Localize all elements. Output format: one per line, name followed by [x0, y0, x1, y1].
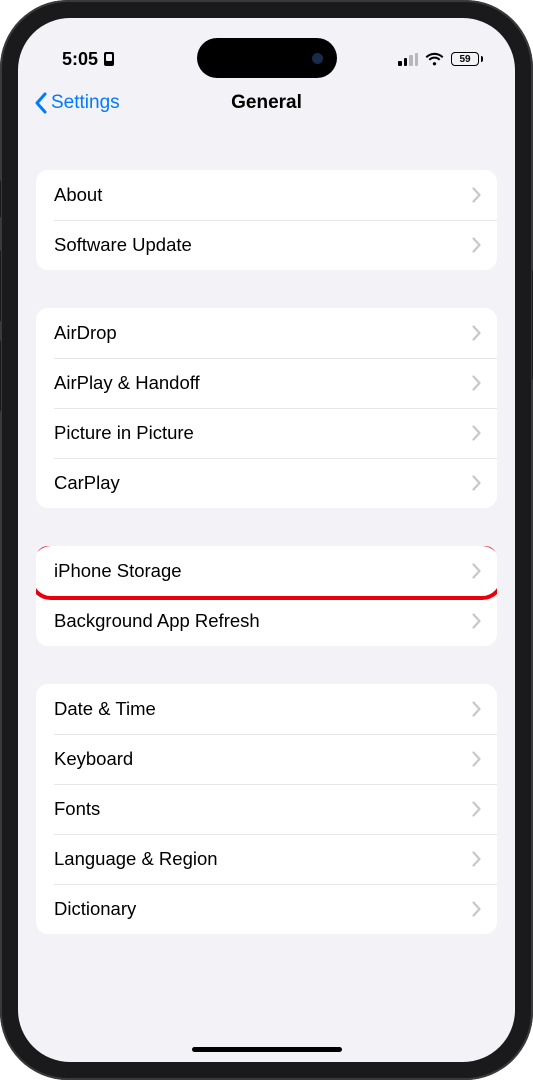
battery-percent: 59 [459, 54, 470, 65]
row-label: Dictionary [54, 898, 136, 920]
chevron-right-icon [472, 475, 481, 491]
chevron-right-icon [472, 801, 481, 817]
row-fonts[interactable]: Fonts [36, 784, 497, 834]
row-label: Keyboard [54, 748, 133, 770]
cellular-signal-icon [398, 53, 418, 66]
dynamic-island [197, 38, 337, 78]
portrait-lock-icon [104, 52, 114, 66]
chevron-right-icon [472, 563, 481, 579]
status-left: 5:05 [62, 49, 114, 70]
row-about[interactable]: About [36, 170, 497, 220]
settings-group: AirDrop AirPlay & Handoff Picture in Pic… [36, 308, 497, 508]
row-carplay[interactable]: CarPlay [36, 458, 497, 508]
row-iphone-storage[interactable]: iPhone Storage [36, 546, 497, 596]
chevron-right-icon [472, 851, 481, 867]
row-label: Picture in Picture [54, 422, 194, 444]
wifi-icon [425, 52, 444, 66]
row-picture-in-picture[interactable]: Picture in Picture [36, 408, 497, 458]
row-label: AirDrop [54, 322, 117, 344]
home-indicator[interactable] [192, 1047, 342, 1053]
row-label: Fonts [54, 798, 100, 820]
side-button-volume-up [0, 250, 1, 322]
page-title: General [231, 92, 302, 114]
chevron-right-icon [472, 751, 481, 767]
chevron-right-icon [472, 237, 481, 253]
chevron-right-icon [472, 901, 481, 917]
side-button-volume-down [0, 340, 1, 412]
nav-bar: Settings General [18, 78, 515, 132]
row-date-time[interactable]: Date & Time [36, 684, 497, 734]
row-label: CarPlay [54, 472, 120, 494]
row-keyboard[interactable]: Keyboard [36, 734, 497, 784]
side-button-mute [0, 180, 1, 218]
row-background-app-refresh[interactable]: Background App Refresh [36, 596, 497, 646]
row-software-update[interactable]: Software Update [36, 220, 497, 270]
row-label: iPhone Storage [54, 560, 182, 582]
chevron-right-icon [472, 187, 481, 203]
chevron-left-icon [34, 92, 47, 114]
chevron-right-icon [472, 325, 481, 341]
row-dictionary[interactable]: Dictionary [36, 884, 497, 934]
back-label: Settings [51, 92, 120, 114]
row-label: Background App Refresh [54, 610, 260, 632]
row-label: Software Update [54, 234, 192, 256]
row-label: AirPlay & Handoff [54, 372, 200, 394]
chevron-right-icon [472, 613, 481, 629]
settings-group: Date & Time Keyboard Fonts Language & Re… [36, 684, 497, 934]
chevron-right-icon [472, 425, 481, 441]
status-right: 59 [398, 52, 483, 66]
settings-content: About Software Update AirDrop AirPlay & … [18, 170, 515, 934]
phone-frame: 5:05 59 Settings General [0, 0, 533, 1080]
battery-icon: 59 [451, 52, 483, 66]
chevron-right-icon [472, 701, 481, 717]
back-button[interactable]: Settings [34, 92, 120, 114]
settings-group: iPhone Storage Background App Refresh [36, 546, 497, 646]
row-airplay-handoff[interactable]: AirPlay & Handoff [36, 358, 497, 408]
row-language-region[interactable]: Language & Region [36, 834, 497, 884]
row-label: About [54, 184, 102, 206]
row-label: Language & Region [54, 848, 218, 870]
phone-screen: 5:05 59 Settings General [18, 18, 515, 1062]
row-label: Date & Time [54, 698, 156, 720]
chevron-right-icon [472, 375, 481, 391]
status-time: 5:05 [62, 49, 98, 70]
row-airdrop[interactable]: AirDrop [36, 308, 497, 358]
front-camera-icon [312, 53, 323, 64]
settings-group: About Software Update [36, 170, 497, 270]
